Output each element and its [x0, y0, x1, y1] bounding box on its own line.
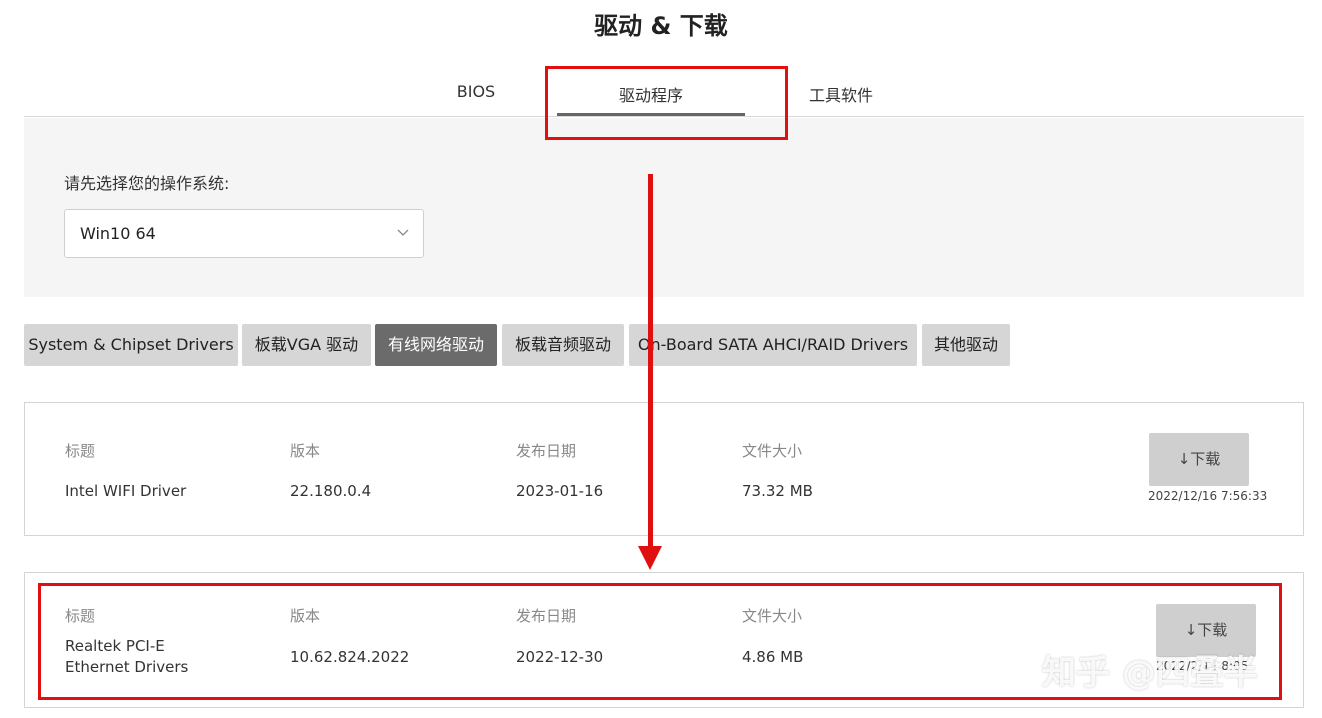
category-sata[interactable]: On-Board SATA AHCI/RAID Drivers	[629, 324, 917, 366]
column-header-size: 文件大小	[742, 607, 803, 625]
driver-size: 4.86 MB	[742, 648, 804, 666]
driver-title: Intel WIFI Driver	[65, 482, 187, 500]
tab-bios[interactable]: BIOS	[456, 82, 496, 101]
column-header-version: 版本	[290, 442, 321, 460]
column-header-size: 文件大小	[742, 442, 803, 460]
os-selector-label: 请先选择您的操作系统:	[64, 174, 230, 193]
driver-title-line2: Ethernet Drivers	[65, 658, 189, 676]
category-audio[interactable]: 板载音频驱动	[502, 324, 624, 366]
tab-tools[interactable]: 工具软件	[806, 82, 876, 106]
watermark: 知乎 @四叠半	[1042, 653, 1258, 693]
os-selection-panel: 请先选择您的操作系统: Win10 64	[24, 118, 1304, 297]
driver-title-line1: Realtek PCI-E	[65, 637, 165, 655]
column-header-date: 发布日期	[516, 607, 577, 625]
os-select-dropdown[interactable]: Win10 64	[64, 209, 424, 258]
tab-drivers[interactable]: 驱动程序	[558, 82, 744, 106]
category-vga[interactable]: 板载VGA 驱动	[242, 324, 371, 366]
active-tab-indicator	[557, 113, 745, 116]
column-header-title: 标题	[65, 607, 96, 625]
driver-size: 73.32 MB	[742, 482, 813, 500]
column-header-date: 发布日期	[516, 442, 577, 460]
driver-version: 10.62.824.2022	[290, 648, 410, 666]
os-select-value: Win10 64	[80, 224, 156, 243]
tab-bar: BIOS 驱动程序 工具软件	[24, 70, 1304, 117]
category-lan[interactable]: 有线网络驱动	[375, 324, 497, 366]
category-other[interactable]: 其他驱动	[922, 324, 1010, 366]
chevron-down-icon	[397, 229, 409, 236]
category-system-chipset[interactable]: System & Chipset Drivers	[24, 324, 238, 366]
driver-date: 2022-12-30	[516, 648, 604, 666]
annotation-arrow-head	[638, 546, 662, 570]
driver-version: 22.180.0.4	[290, 482, 372, 500]
download-button[interactable]: ↓下载	[1149, 433, 1249, 486]
column-header-title: 标题	[65, 442, 96, 460]
download-timestamp: 2022/12/16 7:56:33	[1148, 489, 1268, 503]
driver-date: 2023-01-16	[516, 482, 604, 500]
driver-card: 标题 版本 发布日期 文件大小 Intel WIFI Driver 22.180…	[24, 402, 1304, 536]
annotation-arrow-line	[648, 174, 653, 548]
page-title: 驱动 & 下载	[594, 12, 728, 40]
column-header-version: 版本	[290, 607, 321, 625]
